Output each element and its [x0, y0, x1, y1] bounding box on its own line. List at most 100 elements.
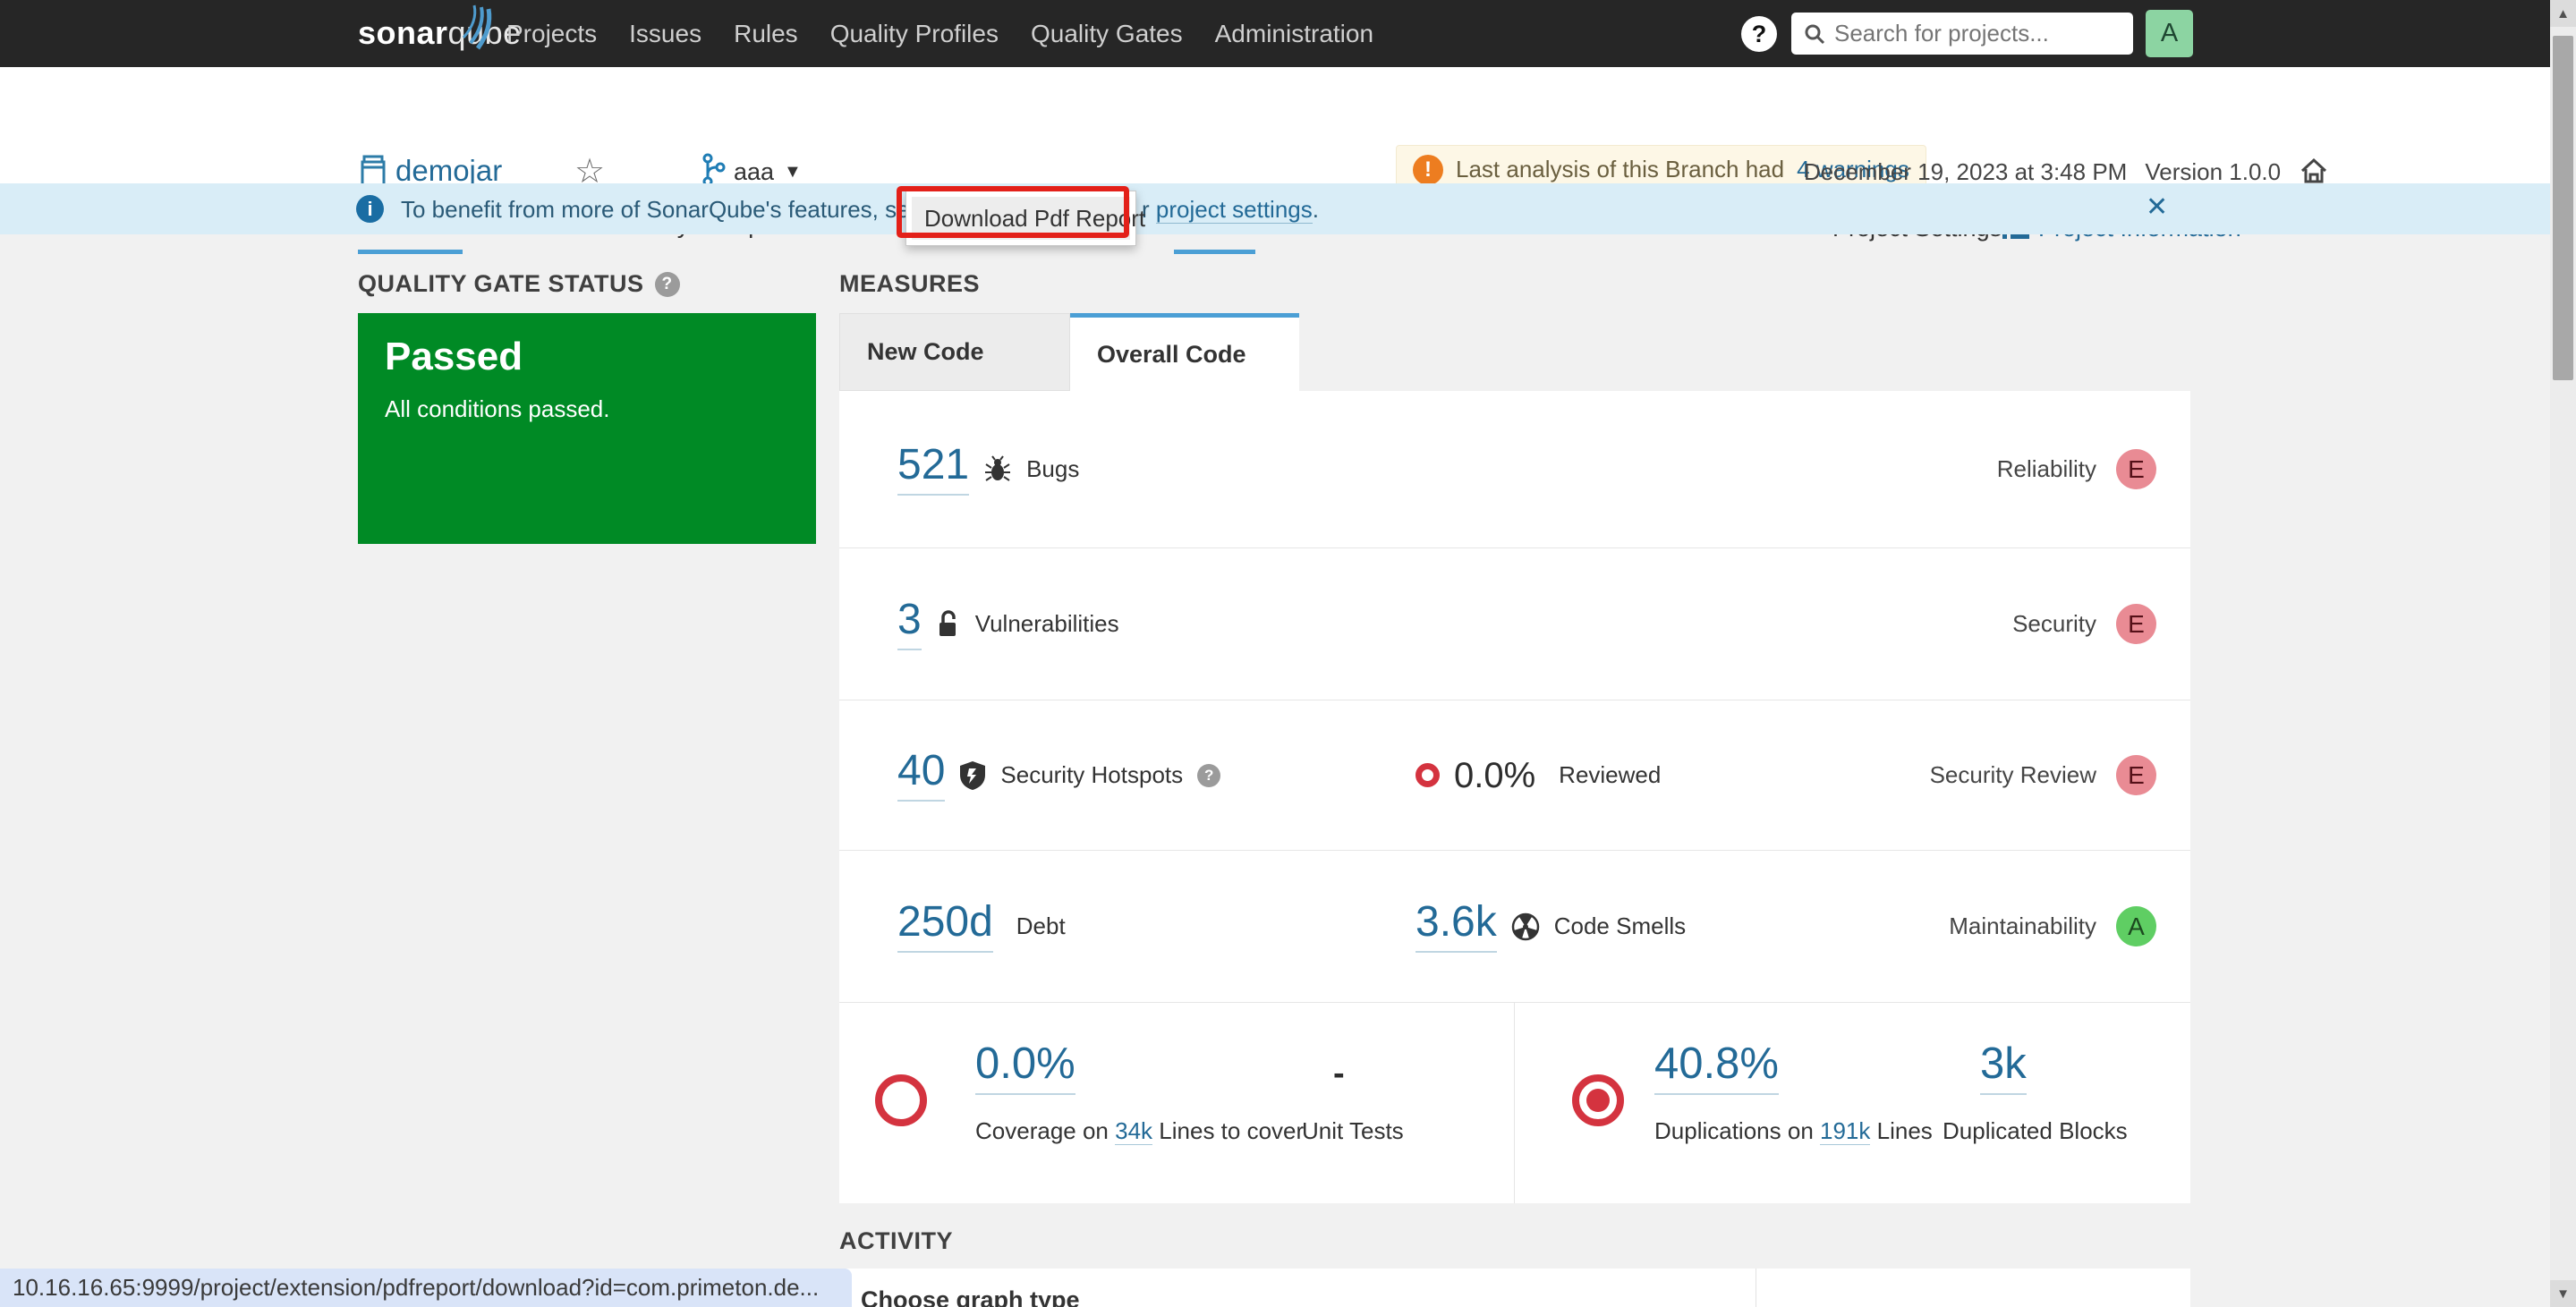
coverage-label: Coverage on 34k Lines to cover: [975, 1117, 1304, 1145]
scroll-up-icon[interactable]: ▲: [2550, 0, 2576, 27]
top-navbar: sonarqube Projects Issues Rules Quality …: [0, 0, 2550, 67]
security-review-label: Security Review: [1929, 761, 2096, 788]
tab-overall-code[interactable]: Overall Code: [1070, 313, 1299, 391]
scrollbar-thumb[interactable]: [2553, 36, 2573, 380]
close-icon[interactable]: ✕: [2146, 191, 2168, 223]
activity-title: ACTIVITY: [839, 1227, 954, 1254]
maintainability-rating-badge[interactable]: A: [2116, 906, 2156, 946]
info-icon: i: [356, 195, 384, 223]
measure-row-bugs: 521 Bugs Reliability E: [839, 391, 2190, 547]
project-settings-link[interactable]: project settings: [1155, 196, 1313, 224]
home-icon[interactable]: [2299, 157, 2329, 187]
nav-item-quality-gates[interactable]: Quality Gates: [1031, 20, 1183, 48]
code-smells-icon: [1511, 912, 1539, 940]
coverage-ring-icon: [875, 1074, 927, 1126]
maintainability-label: Maintainability: [1949, 912, 2096, 939]
nav-item-administration[interactable]: Administration: [1215, 20, 1373, 48]
measures-panel: 521 Bugs Reliability E 3 Vulnerabilities…: [839, 391, 2190, 1203]
info-banner: i To benefit from more of SonarQube's fe…: [0, 183, 2550, 234]
quality-gate-status-box: Passed All conditions passed.: [358, 313, 816, 544]
analysis-version: Version 1.0.0: [2145, 157, 2282, 185]
code-smells-label: Code Smells: [1553, 912, 1687, 939]
unit-tests-label: Unit Tests: [1302, 1117, 1404, 1144]
branch-name[interactable]: aaa: [734, 158, 774, 186]
duplicated-blocks-label: Duplicated Blocks: [1943, 1117, 2128, 1144]
security-review-rating-badge[interactable]: E: [2116, 755, 2156, 795]
duplications-cell: 40.8% Duplications on 191k Lines 3k Dupl…: [1514, 1002, 2190, 1203]
security-rating-badge[interactable]: E: [2116, 604, 2156, 644]
coverage-percent-value: 0.0%: [975, 1042, 1075, 1095]
help-icon[interactable]: ?: [1741, 16, 1777, 52]
reliability-rating-badge[interactable]: E: [2116, 449, 2156, 489]
logo-swoosh-icon: [462, 4, 492, 50]
nav-item-rules[interactable]: Rules: [734, 20, 798, 48]
coverage-label-prefix: Coverage on: [975, 1117, 1109, 1144]
debt-link[interactable]: 250d: [897, 900, 993, 953]
bug-icon: [985, 454, 1011, 481]
nav-item-projects[interactable]: Projects: [506, 20, 597, 48]
lines-to-cover-link[interactable]: 34k: [1115, 1117, 1153, 1145]
reviewed-label: Reviewed: [1559, 761, 1662, 788]
duplications-percent-value: 40.8%: [1654, 1042, 1779, 1095]
coverage-label-suffix: Lines to cover: [1159, 1117, 1305, 1144]
shield-icon: [960, 760, 986, 790]
search-icon: [1805, 24, 1825, 44]
chevron-down-icon[interactable]: ▼: [784, 162, 802, 182]
banner-text-fragment: r project settings.: [1142, 196, 1319, 224]
main-nav: Projects Issues Rules Quality Profiles Q…: [506, 0, 1373, 67]
banner-fragment-suffix: .: [1312, 196, 1319, 223]
hotspots-label: Security Hotspots: [1000, 761, 1184, 788]
avatar[interactable]: A: [2146, 10, 2193, 57]
vulnerabilities-label: Vulnerabilities: [974, 610, 1119, 637]
quality-gate-heading: QUALITY GATE STATUS ?: [358, 270, 680, 298]
warning-text: Last analysis of this Branch had: [1456, 156, 1785, 182]
duplicated-blocks-link[interactable]: 3k: [1980, 1042, 2027, 1095]
duplications-label-suffix: Lines: [1876, 1117, 1933, 1144]
duplication-lines-link[interactable]: 191k: [1820, 1117, 1871, 1145]
lock-open-icon: [939, 609, 956, 636]
security-label: Security: [2012, 610, 2096, 637]
debt-label: Debt: [1016, 912, 1066, 939]
duplications-label: Duplications on 191k Lines: [1654, 1117, 1933, 1145]
code-smells-link[interactable]: 3.6k: [1416, 900, 1497, 953]
warning-icon: !: [1413, 154, 1443, 185]
measure-row-maintainability: 250d Debt 3.6k Code Smells Maintainabili…: [839, 850, 2190, 1002]
measures-heading: MEASURES: [839, 270, 980, 298]
coverage-percent-link[interactable]: 0.0%: [975, 1042, 1075, 1095]
scroll-down-icon[interactable]: ▼: [2550, 1280, 2576, 1307]
choose-graph-type-label: Choose graph type: [861, 1286, 1080, 1307]
search-placeholder: Search for projects...: [1834, 20, 2049, 47]
reviewed-percent: 0.0%: [1454, 755, 1536, 795]
more-dropdown-menu: Download Pdf Report: [905, 191, 1145, 246]
duplications-percent-link[interactable]: 40.8%: [1654, 1042, 1779, 1095]
quality-gate-title: QUALITY GATE STATUS: [358, 270, 644, 297]
hotspots-help-icon[interactable]: ?: [1197, 763, 1221, 787]
vertical-scrollbar[interactable]: ▲ ▼: [2550, 0, 2576, 1307]
nav-item-issues[interactable]: Issues: [629, 20, 701, 48]
hotspots-count-link[interactable]: 40: [897, 749, 946, 802]
search-input[interactable]: Search for projects...: [1791, 13, 2133, 55]
bugs-count-link[interactable]: 521: [897, 443, 970, 496]
reviewed-ring-icon: [1416, 763, 1440, 787]
logo-text-bold: sonar: [358, 14, 448, 51]
nav-item-quality-profiles[interactable]: Quality Profiles: [830, 20, 999, 48]
quality-gate-status: Passed: [385, 335, 523, 378]
duplicated-blocks-value: 3k: [1980, 1042, 2027, 1095]
measure-row-vulnerabilities: 3 Vulnerabilities Security E: [839, 547, 2190, 700]
activity-heading: ACTIVITY: [839, 1227, 953, 1255]
unit-tests-value: -: [1333, 1055, 1345, 1092]
activity-panel: Choose graph type: [839, 1269, 2190, 1307]
analysis-date: December 19, 2023 at 3:48 PM: [1804, 157, 2128, 185]
bugs-label: Bugs: [1026, 455, 1080, 482]
duplications-dot: [1586, 1089, 1610, 1112]
status-url: 10.16.16.65:9999/project/extension/pdfre…: [13, 1274, 820, 1301]
quality-gate-description: All conditions passed.: [385, 395, 610, 422]
duplications-ring-icon: [1572, 1074, 1624, 1126]
analysis-meta: December 19, 2023 at 3:48 PM Version 1.0…: [1804, 157, 2329, 187]
measures-title: MEASURES: [839, 270, 981, 297]
help-circle-icon[interactable]: ?: [654, 271, 680, 297]
coverage-cell: 0.0% Coverage on 34k Lines to cover - Un…: [839, 1002, 1514, 1203]
download-pdf-report-menu-item[interactable]: Download Pdf Report: [912, 197, 1145, 240]
vulnerabilities-count-link[interactable]: 3: [897, 598, 922, 650]
tab-new-code[interactable]: New Code: [839, 313, 1070, 391]
